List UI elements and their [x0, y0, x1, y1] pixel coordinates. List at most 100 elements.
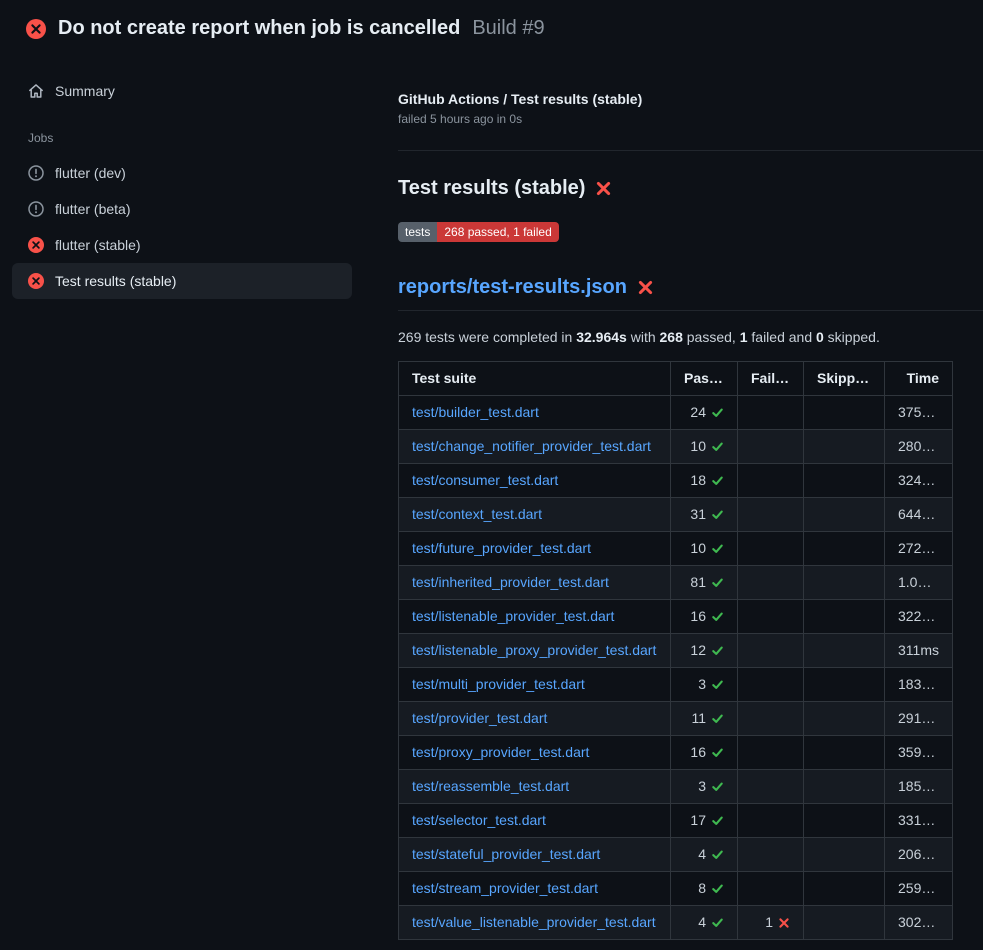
- time-cell: 324ms: [885, 464, 953, 498]
- passed-cell: 81: [671, 566, 738, 600]
- jobs-list: flutter (dev) flutter (beta) flutter (st…: [12, 155, 352, 299]
- passed-cell: 4: [671, 906, 738, 940]
- check-icon: [711, 848, 724, 861]
- failed-cell: [738, 464, 804, 498]
- check-icon: [711, 780, 724, 793]
- build-number: Build #9: [472, 17, 544, 40]
- suite-link[interactable]: test/stream_provider_test.dart: [412, 880, 598, 896]
- failed-cell: 1: [738, 906, 804, 940]
- results-table: Test suite Passed Failed Skipped Time te…: [398, 361, 953, 940]
- passed-cell: 17: [671, 804, 738, 838]
- summary-skipped-count: 0: [816, 329, 824, 345]
- check-title-text: Test results (stable): [398, 177, 585, 200]
- failed-cell: [738, 396, 804, 430]
- time-cell: 644ms: [885, 498, 953, 532]
- suite-cell: test/stream_provider_test.dart: [399, 872, 671, 906]
- suite-cell: test/inherited_provider_test.dart: [399, 566, 671, 600]
- failed-cell: [738, 498, 804, 532]
- summary-text: failed and: [748, 329, 817, 345]
- skipped-cell: [804, 634, 885, 668]
- skipped-cell: [804, 600, 885, 634]
- sidebar-item-flutter-dev[interactable]: flutter (dev): [12, 155, 352, 191]
- job-label: Test results (stable): [55, 273, 176, 289]
- passed-cell: 24: [671, 396, 738, 430]
- table-row: test/proxy_provider_test.dart16359ms: [399, 736, 953, 770]
- suite-link[interactable]: test/multi_provider_test.dart: [412, 676, 585, 692]
- summary-text: skipped.: [824, 329, 880, 345]
- summary-text: with: [627, 329, 660, 345]
- report-link[interactable]: reports/test-results.json: [398, 276, 627, 299]
- suite-link[interactable]: test/context_test.dart: [412, 506, 542, 522]
- suite-link[interactable]: test/change_notifier_provider_test.dart: [412, 438, 651, 454]
- time-cell: 359ms: [885, 736, 953, 770]
- suite-cell: test/selector_test.dart: [399, 804, 671, 838]
- suite-link[interactable]: test/proxy_provider_test.dart: [412, 744, 589, 760]
- column-header-test-suite: Test suite: [399, 362, 671, 396]
- check-icon: [711, 712, 724, 725]
- suite-link[interactable]: test/future_provider_test.dart: [412, 540, 591, 556]
- suite-link[interactable]: test/stateful_provider_test.dart: [412, 846, 600, 862]
- time-cell: 322ms: [885, 600, 953, 634]
- suite-cell: test/future_provider_test.dart: [399, 532, 671, 566]
- failed-x-icon: [595, 180, 612, 197]
- suite-link[interactable]: test/reassemble_test.dart: [412, 778, 569, 794]
- suite-cell: test/multi_provider_test.dart: [399, 668, 671, 702]
- check-icon: [711, 542, 724, 555]
- failed-x-icon: [637, 279, 654, 296]
- table-row: test/change_notifier_provider_test.dart 1…: [399, 430, 953, 464]
- skipped-cell: [804, 872, 885, 906]
- results-table-body: test/builder_test.dart24375mstest/change…: [399, 396, 953, 940]
- column-header-failed: Failed: [738, 362, 804, 396]
- time-cell: 183ms: [885, 668, 953, 702]
- suite-link[interactable]: test/listenable_provider_test.dart: [412, 608, 614, 624]
- suite-cell: test/stateful_provider_test.dart: [399, 838, 671, 872]
- skipped-cell: [804, 838, 885, 872]
- sidebar-item-flutter-beta[interactable]: flutter (beta): [12, 191, 352, 227]
- job-label: flutter (beta): [55, 201, 130, 217]
- passed-cell: 11: [671, 702, 738, 736]
- table-header-row: Test suite Passed Failed Skipped Time: [399, 362, 953, 396]
- run-header: Do not create report when job is cancell…: [0, 0, 983, 53]
- check-icon: [711, 440, 724, 453]
- failed-cell: [738, 430, 804, 464]
- failed-cell: [738, 736, 804, 770]
- sidebar-item-summary[interactable]: Summary: [12, 73, 352, 109]
- table-row: test/builder_test.dart24375ms: [399, 396, 953, 430]
- suite-link[interactable]: test/provider_test.dart: [412, 710, 547, 726]
- passed-cell: 10: [671, 430, 738, 464]
- skipped-cell: [804, 396, 885, 430]
- suite-link[interactable]: test/listenable_proxy_provider_test.dart: [412, 642, 656, 658]
- table-row: test/future_provider_test.dart10272ms: [399, 532, 953, 566]
- time-cell: 311ms: [885, 634, 953, 668]
- neutral-status-icon: [28, 165, 44, 181]
- skipped-cell: [804, 804, 885, 838]
- table-row: test/provider_test.dart11291ms: [399, 702, 953, 736]
- skipped-cell: [804, 430, 885, 464]
- suite-link[interactable]: test/selector_test.dart: [412, 812, 546, 828]
- suite-cell: test/listenable_proxy_provider_test.dart: [399, 634, 671, 668]
- time-cell: 1.065s: [885, 566, 953, 600]
- check-title: Test results (stable): [398, 177, 983, 200]
- sidebar-item-test-results-stable[interactable]: Test results (stable): [12, 263, 352, 299]
- jobs-section-label: Jobs: [12, 109, 352, 155]
- suite-link[interactable]: test/value_listenable_provider_test.dart: [412, 914, 656, 930]
- skipped-cell: [804, 906, 885, 940]
- sidebar-item-flutter-stable[interactable]: flutter (stable): [12, 227, 352, 263]
- home-icon: [28, 83, 44, 99]
- failed-cell: [738, 668, 804, 702]
- suite-link[interactable]: test/builder_test.dart: [412, 404, 539, 420]
- table-row: test/value_listenable_provider_test.dart…: [399, 906, 953, 940]
- time-cell: 272ms: [885, 532, 953, 566]
- suite-link[interactable]: test/consumer_test.dart: [412, 472, 558, 488]
- table-row: test/context_test.dart31644ms: [399, 498, 953, 532]
- check-icon: [711, 644, 724, 657]
- summary-passed-count: 268: [660, 329, 683, 345]
- column-header-time: Time: [885, 362, 953, 396]
- run-title: Do not create report when job is cancell…: [58, 17, 460, 40]
- failed-cell: [738, 634, 804, 668]
- summary-line: 269 tests were completed in 32.964s with…: [398, 329, 983, 345]
- suite-link[interactable]: test/inherited_provider_test.dart: [412, 574, 609, 590]
- skipped-cell: [804, 498, 885, 532]
- x-circle-icon: [28, 237, 44, 253]
- time-cell: 259ms: [885, 872, 953, 906]
